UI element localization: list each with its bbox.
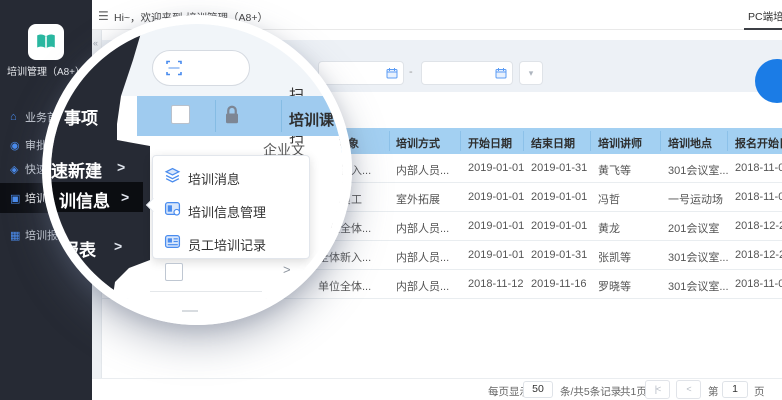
cell-teacher: 冯哲 xyxy=(598,191,620,207)
cell-target: 单位全体... xyxy=(318,278,371,294)
col-place[interactable]: 培训地点 xyxy=(668,135,712,151)
lens-sidebar-label: 事项 xyxy=(64,104,98,129)
total-pages-label: 共1页 xyxy=(620,384,647,399)
cell-place: 201会议室 xyxy=(668,220,719,236)
cell-target: 全体新入... xyxy=(318,249,371,265)
approval-icon: ◉ xyxy=(10,139,25,152)
chevron-right-icon: > xyxy=(121,189,129,205)
records-label: 条/共5条记录 xyxy=(560,384,621,399)
app-window: 培训管理（A8+） ⌂ 业务首页 ◉ 审批事项 ◈ 快速新建 ▣ 培训信息 ▦ … xyxy=(0,0,782,400)
cell-teacher: 张凯等 xyxy=(598,249,631,265)
scan-button[interactable]: 扫一扫 xyxy=(152,50,250,86)
cell-teacher: 黄龙 xyxy=(598,220,620,236)
cell-method: 室外拓展 xyxy=(396,191,440,207)
cell-signup: 2018-11-01 xyxy=(735,278,782,290)
magnifier-lens: 事项 速新建 > 训信息 > 报表 > 扫一扫 培训课 企业文 xyxy=(51,24,343,316)
date-range-separator: - xyxy=(409,66,413,78)
cell-signup: 2018-11-01 xyxy=(735,162,782,174)
cell-place: 301会议室... xyxy=(668,249,729,265)
submenu-item-employee-records[interactable]: 员工培训记录 xyxy=(153,230,309,258)
cell-end: 2019-01-01 xyxy=(531,220,587,232)
cell-method: 内部人员... xyxy=(396,278,449,294)
info-card-icon xyxy=(164,200,188,222)
page-jump-label: 第 xyxy=(708,384,719,399)
cell-end: 2019-01-31 xyxy=(531,162,587,174)
lens-sidebar-label-active: 训信息 xyxy=(59,187,110,212)
lens-sidebar-label: 报表 xyxy=(62,236,96,261)
cell-place: 301会议室... xyxy=(668,278,729,294)
chevron-down-icon: ▾ xyxy=(529,68,534,78)
chevron-right-icon: > xyxy=(114,238,122,254)
cell-end: 2019-11-16 xyxy=(531,278,586,290)
chevron-right-icon: > xyxy=(117,159,125,175)
page-suffix-label: 页 xyxy=(754,384,765,399)
training-submenu: 培训消息 培训信息管理 xyxy=(152,155,310,259)
prev-page-button[interactable]: < xyxy=(676,380,701,399)
cell-signup: 2018-11-01 xyxy=(735,191,782,203)
lens-col-course: 培训课 xyxy=(289,109,334,130)
cell-method: 内部人员... xyxy=(396,220,449,236)
cell-place: 301会议室... xyxy=(668,162,729,178)
hamburger-menu-icon[interactable]: ☰ xyxy=(98,9,109,23)
cell-start: 2019-01-01 xyxy=(468,249,524,261)
chevron-right-icon: > xyxy=(283,262,291,277)
calendar-icon xyxy=(495,67,507,79)
cell-signup: 2018-12-23 xyxy=(735,220,782,232)
quick-create-icon: ◈ xyxy=(10,163,25,176)
training-info-icon: ▣ xyxy=(10,192,25,205)
submenu-item-training-info-mgmt[interactable]: 培训信息管理 xyxy=(153,197,309,225)
cell-method: 内部人员... xyxy=(396,162,449,178)
submenu-item-label: 员工培训记录 xyxy=(188,235,266,254)
col-end[interactable]: 结束日期 xyxy=(531,135,575,151)
date-end-input[interactable] xyxy=(421,61,513,85)
scan-icon xyxy=(166,60,182,76)
welcome-text: Hi~，欢迎来到-培训管理（A8+） xyxy=(114,10,268,25)
cell-teacher: 黄飞等 xyxy=(598,162,631,178)
page-jump-input[interactable]: 1 xyxy=(722,381,748,398)
cell-end: 2019-01-01 xyxy=(531,191,587,203)
submenu-item-label: 培训消息 xyxy=(188,169,240,188)
cell-start: 2019-01-01 xyxy=(468,191,524,203)
lens-sidebar-label: 速新建 xyxy=(51,157,102,182)
lens-row-divider xyxy=(150,291,262,292)
submenu-item-training-news[interactable]: 培训消息 xyxy=(153,164,309,192)
submenu-item-label: 培训信息管理 xyxy=(188,202,266,221)
col-signup[interactable]: 报名开始日期 xyxy=(735,135,782,151)
cell-method: 内部人员... xyxy=(396,249,449,265)
cell-end: 2019-01-31 xyxy=(531,249,587,261)
cell-start: 2018-11-12 xyxy=(468,278,523,290)
col-teacher[interactable]: 培训讲师 xyxy=(598,135,642,151)
first-page-button[interactable]: |< xyxy=(645,380,670,399)
tab-pc-training[interactable]: PC端培训 xyxy=(748,9,782,24)
lock-icon xyxy=(223,104,241,126)
cell-start: 2019-01-01 xyxy=(468,220,524,232)
col-method[interactable]: 培训方式 xyxy=(396,135,440,151)
lens-row-checkbox[interactable] xyxy=(165,263,183,281)
lens-row-dash xyxy=(182,310,198,312)
col-start[interactable]: 开始日期 xyxy=(468,135,512,151)
per-page-input[interactable]: 50 xyxy=(523,381,553,398)
cell-place: 一号运动场 xyxy=(668,191,723,207)
cell-start: 2019-01-01 xyxy=(468,162,524,174)
home-icon: ⌂ xyxy=(10,111,25,123)
training-report-icon: ▦ xyxy=(10,229,25,242)
layers-icon xyxy=(164,167,188,189)
lens-select-all-checkbox[interactable] xyxy=(171,105,190,124)
cell-signup: 2018-12-25 xyxy=(735,249,782,261)
cell-teacher: 罗晓等 xyxy=(598,278,631,294)
calendar-icon xyxy=(386,67,398,79)
filter-dropdown-button[interactable]: ▾ xyxy=(519,61,543,85)
record-card-icon xyxy=(164,233,188,255)
